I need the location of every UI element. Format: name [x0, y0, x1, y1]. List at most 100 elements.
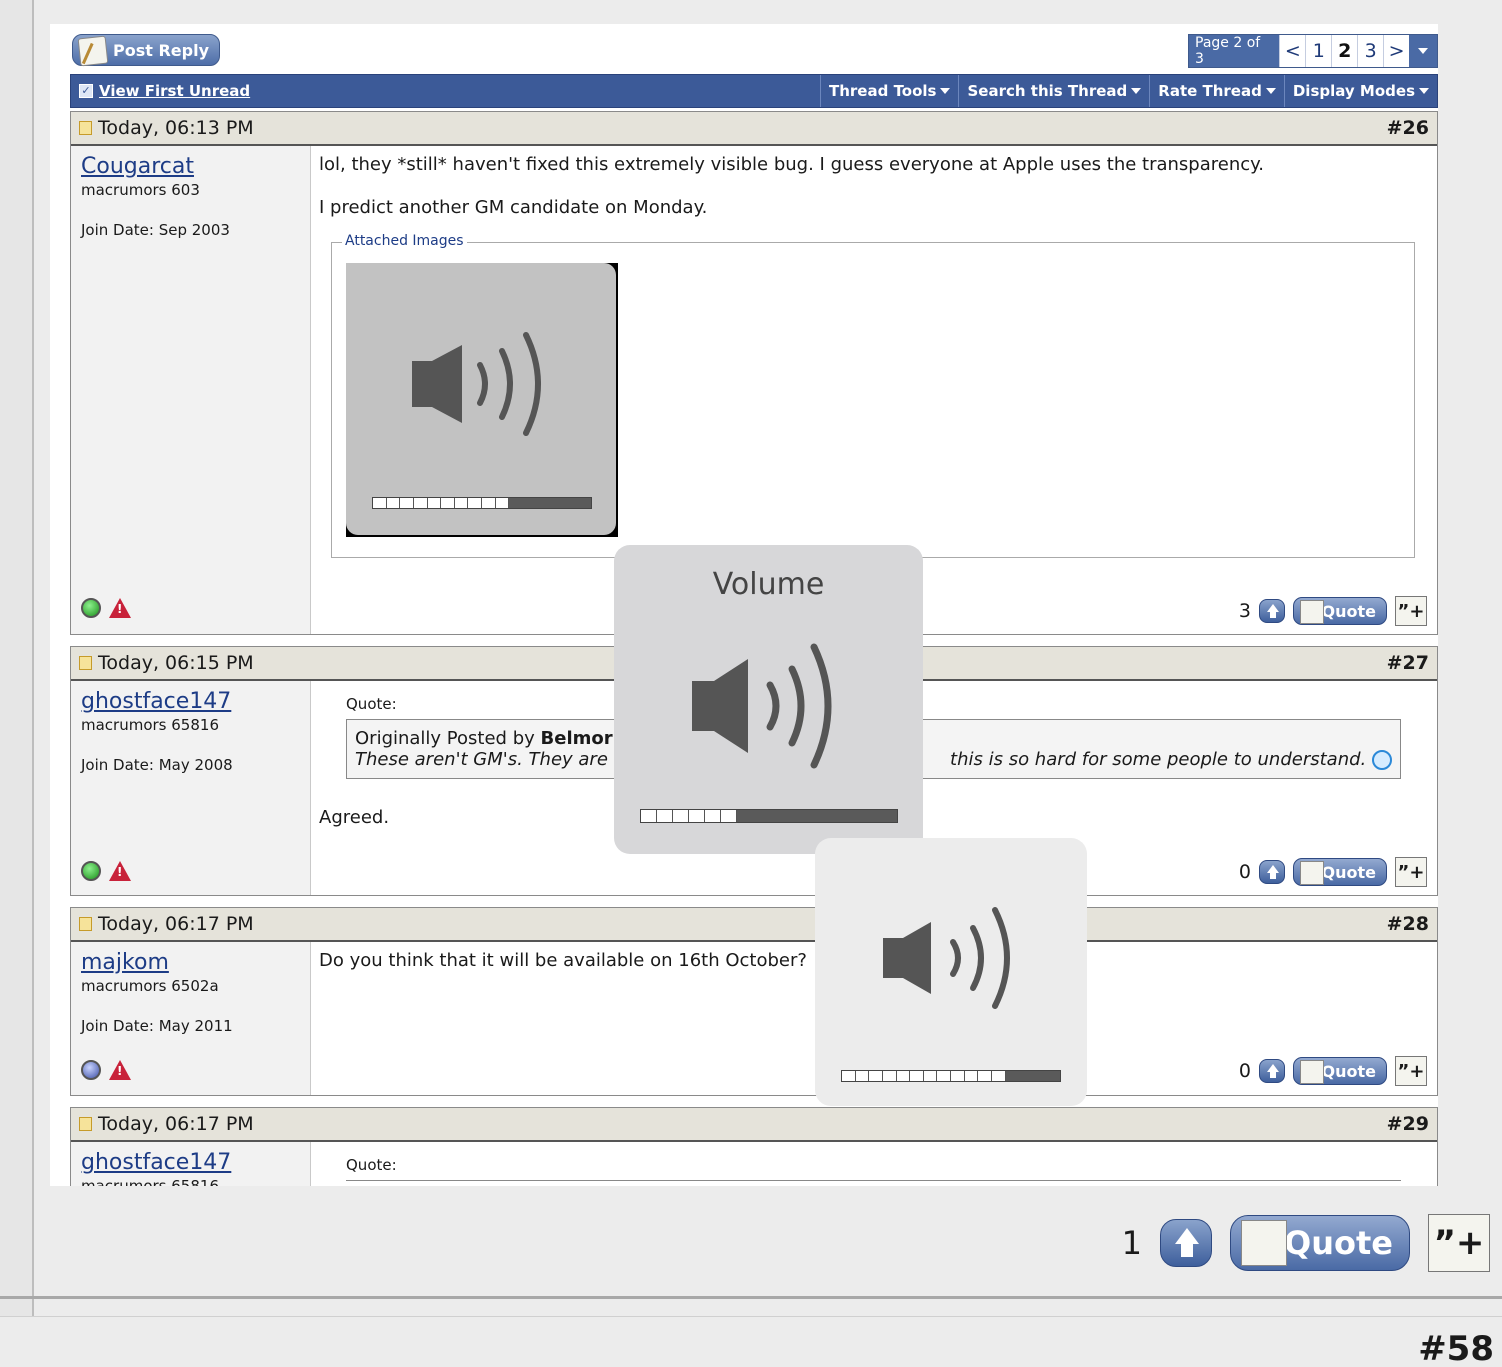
thumbs-up-button[interactable]: [1160, 1219, 1212, 1267]
chevron-down-icon: [940, 88, 951, 94]
username-link[interactable]: ghostface147: [81, 689, 300, 714]
post-58-actions: 1 Quote ”+: [1122, 1214, 1490, 1272]
original-author: Belmor: [540, 728, 613, 749]
page-prev-link[interactable]: <: [1279, 35, 1305, 67]
post-reply-icon: [77, 35, 109, 67]
quote-text-right: this is so hard for some people to under…: [950, 749, 1367, 770]
user-info: ghostface147 macrumors 65816 Join Date: …: [71, 681, 311, 895]
user-title: macrumors 65816: [81, 716, 219, 734]
post-number-link[interactable]: #29: [1387, 1113, 1429, 1135]
speaker-icon: [412, 332, 541, 436]
chevron-down-icon: [1418, 48, 1429, 54]
page-indicator: Page 2 of 3: [1189, 35, 1280, 67]
attached-images-label: Attached Images: [342, 233, 467, 249]
thread-tools-menu[interactable]: Thread Tools: [820, 75, 958, 107]
view-first-unread-label: View First Unread: [99, 82, 251, 100]
volume-level-bar: [841, 1070, 1061, 1082]
post-number-link[interactable]: #28: [1387, 913, 1429, 935]
report-post-icon[interactable]: [109, 1060, 131, 1080]
post-divider: [0, 1296, 1502, 1299]
report-post-icon[interactable]: [109, 861, 131, 881]
pagination: Page 2 of 3 < 1 2 3 >: [1188, 34, 1438, 68]
smiley-icon: [1372, 750, 1392, 770]
volume-segment: [441, 498, 455, 508]
volume-segment: [495, 498, 510, 508]
page-1-link[interactable]: 1: [1305, 35, 1331, 67]
post-date: Today, 06:17 PM: [98, 1113, 254, 1135]
post-text-line-1: lol, they *still* haven't fixed this ext…: [319, 154, 1264, 175]
online-status-icon: [81, 861, 101, 881]
volume-segment: [673, 810, 689, 822]
quote-button[interactable]: Quote: [1230, 1215, 1410, 1271]
volume-segment: [413, 498, 428, 508]
multi-quote-button[interactable]: ”+: [1395, 596, 1427, 626]
volume-segment: [991, 1071, 1006, 1081]
display-modes-menu[interactable]: Display Modes: [1283, 75, 1437, 107]
volume-hud: Volume: [614, 545, 923, 854]
speaker-icon: [692, 643, 832, 769]
quote-text-left: These aren't GM's. They are: [355, 749, 608, 770]
user-title: macrumors 603: [81, 181, 200, 199]
volume-hud-title: Volume: [712, 567, 825, 602]
quote-label: Quote: [1321, 862, 1376, 882]
originally-posted-by: Originally Posted by: [355, 728, 535, 749]
chevron-down-icon: [1265, 88, 1276, 94]
search-thread-menu[interactable]: Search this Thread: [958, 75, 1149, 107]
multi-quote-button[interactable]: ”+: [1395, 857, 1427, 887]
volume-level-bar: [372, 497, 592, 509]
volume-segment: [964, 1071, 979, 1081]
multi-quote-button[interactable]: ”+: [1428, 1214, 1490, 1272]
post-number-link[interactable]: #58: [1418, 1329, 1494, 1367]
quote-heading: Quote:: [346, 1156, 397, 1174]
volume-segment: [882, 1071, 897, 1081]
multi-quote-button[interactable]: ”+: [1395, 1056, 1427, 1086]
page-2-current: 2: [1331, 35, 1357, 67]
post-icon: [79, 1117, 92, 1131]
volume-segment: [705, 810, 721, 822]
post-icon: [79, 656, 92, 670]
thumbs-up-button[interactable]: [1259, 860, 1285, 884]
view-first-unread-link[interactable]: ✓ View First Unread: [71, 75, 820, 107]
volume-segment: [910, 1071, 924, 1081]
page-jump-dropdown[interactable]: [1409, 35, 1437, 67]
quote-button[interactable]: Quote: [1293, 1057, 1387, 1085]
like-count: 1: [1121, 1224, 1142, 1262]
like-count: 0: [1238, 861, 1251, 883]
quote-button[interactable]: Quote: [1293, 858, 1387, 886]
thread-nav-bar: ✓ View First Unread Thread Tools Search …: [70, 74, 1438, 108]
volume-segment: [400, 498, 414, 508]
volume-segment: [689, 810, 705, 822]
quote-box-top: [346, 1180, 1401, 1181]
username-link[interactable]: Cougarcat: [81, 154, 300, 179]
volume-segment: [468, 498, 482, 508]
quote-button[interactable]: Quote: [1293, 597, 1387, 625]
page-next-link[interactable]: >: [1383, 35, 1409, 67]
thread-tools-label: Thread Tools: [829, 82, 937, 100]
rate-thread-menu[interactable]: Rate Thread: [1149, 75, 1284, 107]
post-body: Quote:: [311, 1142, 1437, 1186]
volume-segment: [454, 498, 469, 508]
volume-segment: [869, 1071, 883, 1081]
search-thread-label: Search this Thread: [967, 82, 1128, 100]
username-link[interactable]: ghostface147: [81, 1150, 300, 1175]
page-3-link[interactable]: 3: [1357, 35, 1383, 67]
thumbs-up-button[interactable]: [1259, 599, 1285, 623]
volume-segment: [896, 1071, 911, 1081]
post-number-link[interactable]: #27: [1387, 652, 1429, 674]
user-title: macrumors 65816: [81, 1177, 219, 1186]
join-date: Join Date: May 2011: [81, 1017, 233, 1035]
attached-image-thumbnail[interactable]: [346, 263, 618, 537]
chevron-down-icon: [1419, 88, 1429, 94]
like-count: 0: [1238, 1060, 1251, 1082]
page-left-gutter: [0, 0, 34, 1367]
post-reply-button[interactable]: Post Reply: [72, 34, 220, 67]
volume-segment: [657, 810, 673, 822]
volume-segment: [951, 1071, 965, 1081]
thumbs-up-button[interactable]: [1259, 1059, 1285, 1083]
username-link[interactable]: majkom: [81, 950, 300, 975]
quote-label: Quote: [1284, 1224, 1393, 1262]
report-post-icon[interactable]: [109, 598, 131, 618]
chevron-down-icon: [1131, 88, 1142, 94]
post-number-link[interactable]: #26: [1387, 117, 1429, 139]
speaker-icon: [883, 907, 1010, 1009]
